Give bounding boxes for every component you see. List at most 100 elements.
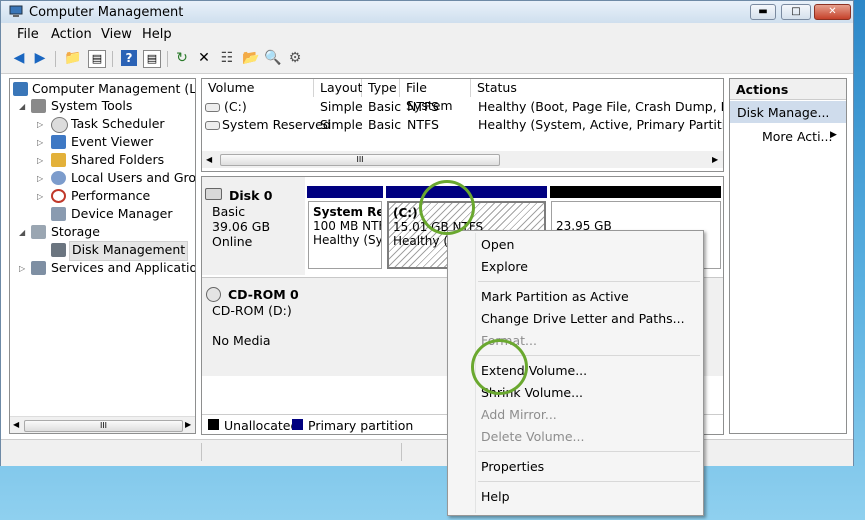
expand-arrow-icon[interactable]: ▷	[19, 264, 25, 273]
expand-arrow-icon[interactable]: ▷	[37, 192, 43, 201]
show-hide-tree-icon[interactable]: ▤	[88, 50, 106, 68]
tree-horizontal-scrollbar[interactable]: ◀ III ▶	[10, 416, 195, 433]
actions-section[interactable]: Disk Manage...	[730, 101, 846, 123]
forward-arrow-icon[interactable]: ▶	[32, 50, 48, 66]
column-header-layout[interactable]: Layout	[314, 79, 363, 97]
partition-system-reserved[interactable]: System Res 100 MB NTF Healthy (Sys	[308, 201, 382, 269]
column-header-volume[interactable]: Volume	[202, 79, 314, 97]
legend-primary: Primary partition	[308, 418, 414, 433]
scroll-left-arrow-icon[interactable]: ◀	[13, 420, 19, 429]
minimize-button[interactable]: ▬	[750, 4, 776, 20]
column-header-type[interactable]: Type	[362, 79, 400, 97]
disk-0-label[interactable]: Disk 0 Basic 39.06 GB Online	[202, 177, 306, 275]
toolbar-separator	[55, 51, 56, 67]
menu-item-properties[interactable]: Properties	[481, 459, 544, 474]
file-system-cell: NTFS	[407, 117, 439, 132]
actions-header: Actions	[730, 79, 846, 100]
partition-status: Healthy (Sys	[313, 233, 382, 247]
expand-arrow-icon[interactable]: ▷	[37, 120, 43, 129]
volume-cell: System Reserved	[222, 117, 331, 132]
menu-item-mark-active[interactable]: Mark Partition as Active	[481, 289, 629, 304]
open-folder-icon[interactable]: 📂	[242, 50, 259, 66]
volume-horizontal-scrollbar[interactable]: ◀ III ▶	[202, 151, 723, 168]
disk-size: 39.06 GB	[212, 219, 271, 234]
highlight-ring	[419, 180, 475, 235]
settings-icon[interactable]: ⚙	[287, 50, 303, 66]
tree-item-local-users[interactable]: Local Users and Groups	[71, 169, 195, 187]
delete-icon[interactable]: ✕	[196, 50, 212, 66]
scroll-thumb[interactable]: III	[24, 420, 183, 432]
tools-icon	[31, 99, 46, 113]
expand-arrow-icon[interactable]: ▷	[37, 138, 43, 147]
properties-icon[interactable]: ☷	[219, 50, 235, 66]
tree-item-event-viewer[interactable]: Event Viewer	[71, 133, 153, 151]
menu-action[interactable]: Action	[51, 27, 92, 42]
tree-item-task-scheduler[interactable]: Task Scheduler	[71, 115, 165, 133]
menu-item-explore[interactable]: Explore	[481, 259, 528, 274]
tree-item-performance[interactable]: Performance	[71, 187, 150, 205]
tree-item-system-tools[interactable]: System Tools	[51, 97, 132, 115]
scroll-left-arrow-icon[interactable]: ◀	[206, 155, 212, 164]
shared-folder-icon	[51, 153, 66, 167]
up-folder-icon[interactable]: 📁	[64, 50, 81, 66]
tree-item-services[interactable]: Services and Applications	[51, 259, 195, 277]
event-viewer-icon	[51, 135, 66, 149]
menu-separator	[478, 481, 700, 482]
maximize-button[interactable]: □	[781, 4, 811, 20]
collapse-arrow-icon[interactable]: ◢	[19, 102, 25, 111]
menu-view[interactable]: View	[101, 27, 132, 42]
menu-file[interactable]: File	[17, 27, 39, 42]
status-cell: Healthy (System, Active, Primary Partiti…	[478, 117, 724, 132]
refresh-icon[interactable]: ↻	[174, 50, 190, 66]
close-button[interactable]: ✕	[814, 4, 851, 20]
menu-separator	[478, 451, 700, 452]
legend-unallocated: Unallocated	[224, 418, 299, 433]
menu-item-delete-volume: Delete Volume...	[481, 429, 585, 444]
back-arrow-icon[interactable]: ◀	[11, 50, 27, 66]
chevron-right-icon: ▶	[830, 130, 837, 140]
expand-arrow-icon[interactable]: ▷	[37, 174, 43, 183]
status-bar	[1, 439, 853, 466]
cd-rom-0-label[interactable]: CD-ROM 0 CD-ROM (D:) No Media	[202, 278, 306, 376]
storage-icon	[31, 225, 46, 239]
menu-help[interactable]: Help	[142, 27, 172, 42]
unallocated-bar	[550, 186, 721, 198]
tree-item-storage[interactable]: Storage	[51, 223, 100, 241]
search-icon[interactable]: 🔍	[264, 50, 281, 66]
column-header-file-system[interactable]: File System	[400, 79, 471, 113]
table-row[interactable]: System Reserved Simple Basic NTFS Health…	[202, 116, 723, 134]
disk-kind: Basic	[212, 204, 246, 219]
toolbar-separator	[167, 51, 168, 67]
tree-item-root[interactable]: Computer Management (Local	[32, 80, 195, 98]
column-header-status[interactable]: Status	[471, 79, 723, 97]
title-bar: Computer Management ▬ □ ✕	[1, 1, 853, 23]
more-actions-link[interactable]: More Acti...	[762, 129, 832, 144]
actions-title: Actions	[736, 82, 789, 97]
expand-arrow-icon[interactable]: ▷	[37, 156, 43, 165]
help-icon[interactable]: ?	[121, 50, 137, 66]
file-system-cell: NTFS	[407, 99, 439, 114]
table-row[interactable]: (C:) Simple Basic NTFS Healthy (Boot, Pa…	[202, 98, 723, 116]
actions-section-label: Disk Manage...	[737, 105, 830, 120]
disk-icon	[205, 188, 222, 200]
status-divider	[401, 443, 402, 461]
users-icon	[51, 171, 66, 185]
menu-item-change-drive-letter[interactable]: Change Drive Letter and Paths...	[481, 311, 685, 326]
scroll-thumb[interactable]: III	[220, 154, 500, 166]
menu-item-open[interactable]: Open	[481, 237, 514, 252]
scroll-right-arrow-icon[interactable]: ▶	[712, 155, 718, 164]
tree-item-device-manager[interactable]: Device Manager	[71, 205, 173, 223]
tree-item-shared-folders[interactable]: Shared Folders	[71, 151, 164, 169]
menu-item-help[interactable]: Help	[481, 489, 510, 504]
drive-icon	[205, 103, 220, 112]
tree-item-disk-management[interactable]: Disk Management	[69, 241, 189, 261]
type-cell: Basic	[368, 99, 402, 114]
collapse-arrow-icon[interactable]: ◢	[19, 228, 25, 237]
cd-rom-kind: CD-ROM (D:)	[212, 303, 292, 318]
scroll-right-arrow-icon[interactable]: ▶	[185, 420, 191, 429]
show-hide-action-pane-icon[interactable]: ▤	[143, 50, 161, 68]
cd-rom-icon	[206, 287, 221, 302]
device-manager-icon	[51, 207, 66, 221]
volume-cell: (C:)	[224, 99, 247, 114]
partition-size: 100 MB NTF	[313, 219, 382, 233]
